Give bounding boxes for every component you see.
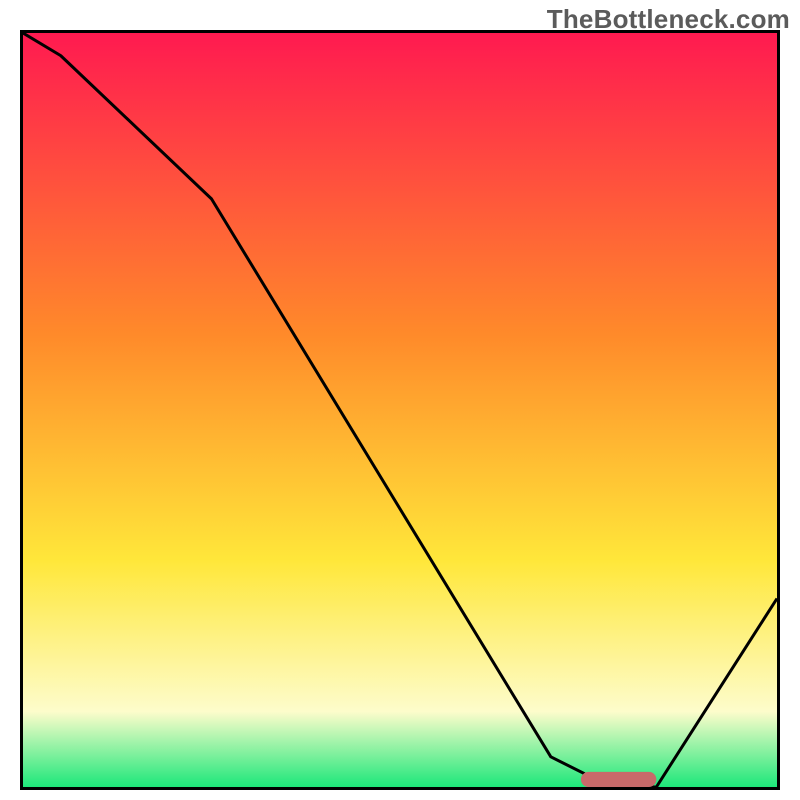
gradient-background xyxy=(23,33,777,787)
chart-svg xyxy=(23,33,777,787)
optimal-range-marker xyxy=(581,772,656,787)
chart-area xyxy=(20,30,780,790)
